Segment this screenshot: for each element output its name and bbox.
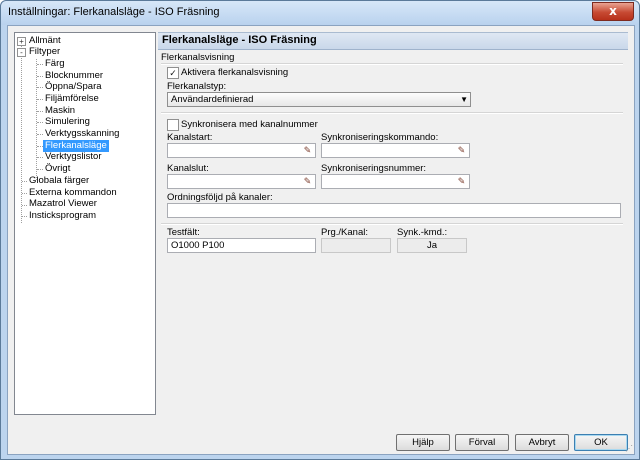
tree-item-ovrigt[interactable]: Övrigt — [43, 163, 72, 175]
collapse-icon[interactable]: - — [17, 48, 26, 57]
channel-type-value: Användardefinierad — [171, 94, 254, 105]
activate-multichannel-label[interactable]: Aktivera flerkanalsvisning — [181, 67, 288, 78]
dropdown-arrow-icon: ▼ — [460, 95, 468, 104]
tree-item-filtyper[interactable]: Filtyper — [27, 46, 62, 58]
channel-end-field[interactable]: ✎ — [167, 174, 316, 189]
sync-cmd-label: Synk.-kmd.: — [397, 227, 448, 238]
tree-item-filjamforelse[interactable]: Filjämförelse — [43, 93, 101, 105]
sync-command-field[interactable]: ✎ — [321, 143, 470, 158]
test-field-label: Testfält: — [167, 227, 200, 238]
test-field-input[interactable]: O1000 P100 — [167, 238, 316, 253]
title-bar[interactable]: Inställningar: Flerkanalsläge - ISO Fräs… — [1, 1, 639, 25]
tree-item-farg[interactable]: Färg — [43, 58, 67, 70]
section-label: Flerkanalsvisning — [161, 52, 235, 63]
ok-button[interactable]: OK — [574, 434, 628, 451]
section-divider — [161, 223, 623, 225]
tree-line — [36, 59, 37, 180]
cancel-button[interactable]: Avbryt — [515, 434, 569, 451]
prg-channel-readout — [321, 238, 391, 253]
tree-item-simulering[interactable]: Simulering — [43, 116, 92, 128]
channel-start-field[interactable]: ✎ — [167, 143, 316, 158]
dialog-client: + Allmänt - Filtyper Färg Blocknummer Öp… — [7, 25, 635, 455]
tree-item-verktygslistor[interactable]: Verktygslistor — [43, 151, 104, 163]
expand-icon[interactable]: + — [17, 37, 26, 46]
sync-channel-label[interactable]: Synkronisera med kanalnummer — [181, 119, 318, 130]
channel-type-select[interactable]: Användardefinierad ▼ — [167, 92, 471, 107]
tree-item-globala-farger[interactable]: Globala färger — [27, 175, 91, 187]
sync-channel-checkbox[interactable] — [167, 119, 179, 131]
close-button[interactable]: x — [592, 2, 634, 21]
channel-start-label: Kanalstart: — [167, 132, 213, 143]
test-field-value: O1000 P100 — [171, 240, 225, 251]
tree-line — [21, 43, 22, 223]
text-edit-icon[interactable]: ✎ — [455, 144, 468, 157]
settings-tree[interactable]: + Allmänt - Filtyper Färg Blocknummer Öp… — [14, 32, 156, 415]
default-button[interactable]: Förval — [455, 434, 509, 451]
panel-header: Flerkanalsläge - ISO Fräsning — [158, 32, 628, 50]
sync-command-label: Synkroniseringskommando: — [321, 132, 439, 143]
activate-multichannel-checkbox[interactable]: ✓ — [167, 67, 179, 79]
text-edit-icon[interactable]: ✎ — [455, 175, 468, 188]
section-divider — [161, 63, 623, 65]
sync-cmd-readout: Ja — [397, 238, 467, 253]
text-edit-icon[interactable]: ✎ — [301, 175, 314, 188]
settings-panel: Flerkanalsläge - ISO Fräsning Flerkanals… — [158, 32, 628, 413]
channel-end-label: Kanalslut: — [167, 163, 209, 174]
resize-grip-icon[interactable]: ⋰ — [625, 444, 633, 453]
channel-type-label: Flerkanalstyp: — [167, 81, 227, 92]
channel-order-label: Ordningsföljd på kanaler: — [167, 192, 273, 203]
settings-window: Inställningar: Flerkanalsläge - ISO Fräs… — [0, 0, 640, 460]
section-divider — [161, 112, 623, 114]
tree-item-mazatrol-viewer[interactable]: Mazatrol Viewer — [27, 198, 99, 210]
channel-order-field[interactable] — [167, 203, 621, 218]
sync-cmd-value: Ja — [426, 240, 438, 251]
text-edit-icon[interactable]: ✎ — [301, 144, 314, 157]
sync-number-label: Synkroniseringsnummer: — [321, 163, 427, 174]
help-button[interactable]: Hjälp — [396, 434, 450, 451]
prg-channel-label: Prg./Kanal: — [321, 227, 368, 238]
tree-item-insticksprogram[interactable]: Insticksprogram — [27, 210, 98, 222]
window-title: Inställningar: Flerkanalsläge - ISO Fräs… — [8, 6, 220, 18]
panel-title: Flerkanalsläge - ISO Fräsning — [162, 34, 317, 46]
tree-item-verktygsskanning[interactable]: Verktygsskanning — [43, 128, 121, 140]
sync-number-field[interactable]: ✎ — [321, 174, 470, 189]
tree-item-oppna-spara[interactable]: Öppna/Spara — [43, 81, 104, 93]
